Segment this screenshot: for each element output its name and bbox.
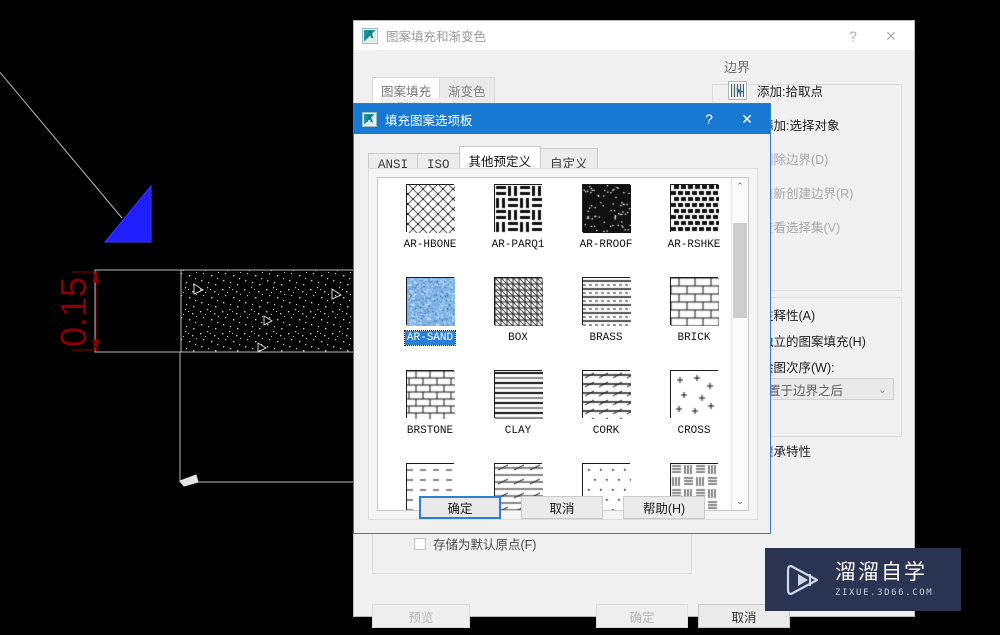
pattern-swatch-brstone[interactable]	[406, 370, 454, 418]
main-ok-label: 确定	[629, 607, 654, 626]
pattern-list-container: AR-B88 AR-BRELM AR-BRSTD AR-CONC	[368, 168, 758, 520]
pattern-label: CROSS	[675, 424, 712, 438]
store-as-default-origin-checkbox[interactable]	[414, 538, 426, 550]
pattern-swatch-brass[interactable]	[582, 277, 630, 325]
pattern-row: AR-HBONE AR-PARQ1 AR-RROOF AR-RSHKE	[378, 178, 748, 271]
boundary-group-label: 边界	[720, 57, 754, 76]
pattern-swatch-cork[interactable]	[582, 370, 630, 418]
pattern-swatch-rshake[interactable]	[670, 184, 718, 232]
palette-ok-button[interactable]: 确定	[419, 496, 501, 519]
pattern-label-selected: AR-SAND	[405, 331, 455, 345]
palette-ok-label: 确定	[447, 498, 472, 517]
palette-close-button[interactable]: ✕	[728, 105, 766, 133]
pattern-item-selected[interactable]: AR-SAND	[394, 271, 466, 364]
pattern-label: BRICK	[675, 331, 712, 345]
draw-order-select[interactable]: 置于边界之后 ⌄	[761, 378, 894, 400]
pattern-row: BRSTONE CLAY CORK CROSS	[378, 364, 748, 457]
pattern-swatch-brick[interactable]	[670, 277, 718, 325]
pattern-label: BRASS	[587, 331, 624, 345]
pattern-label: AR-PARQ1	[490, 238, 547, 252]
boundary-remove: 删除边界(D)	[761, 149, 828, 168]
pattern-label: AR-RSHKE	[666, 238, 723, 252]
pattern-item[interactable]: CORK	[570, 364, 642, 457]
preview-button[interactable]: 预览	[372, 604, 470, 628]
pattern-label: CORK	[591, 424, 621, 438]
watermark-sub-text: ZIXUE.3D66.COM	[835, 588, 933, 598]
palette-titlebar[interactable]: 填充图案选项板 ? ✕	[354, 104, 770, 134]
boundary-remove-label: 删除边界(D)	[761, 149, 828, 168]
chevron-down-icon: ⌄	[878, 383, 887, 396]
watermark-text-block: 溜溜自学 ZIXUE.3D66.COM	[835, 561, 933, 598]
pattern-label: BRSTONE	[405, 424, 455, 438]
pattern-item[interactable]: CROSS	[658, 364, 730, 457]
pattern-list[interactable]: AR-B88 AR-BRELM AR-BRSTD AR-CONC	[377, 177, 749, 511]
watermark-main-text: 溜溜自学	[835, 561, 933, 585]
boundary-view-selections-label: 查看选择集(V)	[761, 217, 840, 236]
pattern-swatch-herringbone[interactable]	[406, 184, 454, 232]
pattern-swatch-clay[interactable]	[494, 370, 542, 418]
preview-label: 预览	[408, 607, 433, 626]
pattern-label: CLAY	[503, 424, 533, 438]
store-as-default-origin-label: 存储为默认原点(F)	[433, 534, 536, 553]
option-separate-hatches[interactable]: 独立的图案填充(H)	[761, 331, 866, 350]
palette-title: 填充图案选项板	[377, 110, 690, 129]
pattern-swatch-parquet[interactable]	[494, 184, 542, 232]
palette-help-button[interactable]: ?	[690, 105, 728, 133]
pattern-label: AR-RROOF	[578, 238, 635, 252]
boundary-add-pick-points[interactable]: 添加:拾取点	[728, 81, 823, 100]
main-dialog-titlebar[interactable]: 图案填充和渐变色 ? ✕	[354, 21, 914, 51]
autocad-app-icon	[362, 28, 378, 44]
main-cancel-label: 取消	[731, 607, 756, 626]
palette-help-action-label: 帮助(H)	[643, 498, 685, 517]
pattern-item[interactable]: AR-PARQ1	[482, 178, 554, 271]
pick-point-icon	[728, 81, 747, 100]
pattern-item[interactable]: BOX	[482, 271, 554, 364]
palette-cancel-button[interactable]: 取消	[521, 496, 603, 519]
svg-text:0.15: 0.15	[53, 277, 94, 347]
pattern-swatch-rroof[interactable]	[582, 184, 630, 232]
pattern-item[interactable]: BRSTONE	[394, 364, 466, 457]
boundary-recreate: 重新创建边界(R)	[761, 183, 853, 202]
pattern-swatch-cross[interactable]	[670, 370, 718, 418]
pattern-item[interactable]: BRICK	[658, 271, 730, 364]
option-separate-hatches-label: 独立的图案填充(H)	[761, 331, 866, 350]
pattern-item[interactable]: AR-RROOF	[570, 178, 642, 271]
boundary-view-selections: 查看选择集(V)	[761, 217, 840, 236]
pattern-item[interactable]: BRASS	[570, 271, 642, 364]
palette-cancel-label: 取消	[549, 498, 574, 517]
autocad-app-icon-small	[362, 112, 377, 127]
watermark-overlay: 溜溜自学 ZIXUE.3D66.COM	[765, 548, 961, 611]
main-dialog-title: 图案填充和渐变色	[378, 26, 834, 45]
pattern-label: AR-HBONE	[402, 238, 459, 252]
pattern-list-scrollbar[interactable]: ⌃ ⌄	[731, 178, 748, 510]
boundary-recreate-label: 重新创建边界(R)	[761, 183, 853, 202]
option-draw-order-label: 绘图次序(W):	[761, 357, 835, 376]
draw-order-value: 置于边界之后	[768, 380, 843, 399]
main-dialog-help-button[interactable]: ?	[834, 22, 872, 50]
palette-help-action-button[interactable]: 帮助(H)	[623, 496, 705, 519]
scroll-up-icon[interactable]: ⌃	[732, 178, 748, 195]
hatch-pattern-palette-dialog[interactable]: 填充图案选项板 ? ✕ ANSI ISO 其他预定义 自定义 AR-B88 AR…	[353, 103, 771, 534]
pattern-swatch-box[interactable]	[494, 277, 542, 325]
main-ok-button[interactable]: 确定	[596, 604, 688, 628]
boundary-add-pick-points-label: 添加:拾取点	[757, 81, 823, 100]
pattern-item[interactable]: AR-RSHKE	[658, 178, 730, 271]
pattern-item[interactable]: AR-HBONE	[394, 178, 466, 271]
main-dialog-close-button[interactable]: ✕	[872, 22, 910, 50]
store-as-default-origin-row[interactable]: 存储为默认原点(F)	[414, 534, 536, 553]
pattern-row: AR-SAND BOX BRASS BRICK	[378, 271, 748, 364]
option-draw-order-label-row: 绘图次序(W):	[761, 357, 835, 376]
pattern-swatch-sand[interactable]	[406, 277, 454, 325]
boundary-add-select-objects[interactable]: 添加:选择对象	[761, 115, 839, 134]
palette-button-bar: 确定 取消 帮助(H)	[354, 496, 770, 519]
pattern-item[interactable]: CLAY	[482, 364, 554, 457]
play-button-logo-icon	[783, 560, 823, 600]
pattern-label: BOX	[506, 331, 530, 345]
scrollbar-thumb[interactable]	[733, 223, 747, 318]
boundary-add-select-objects-label: 添加:选择对象	[761, 115, 839, 134]
pattern-grid: AR-B88 AR-BRELM AR-BRSTD AR-CONC	[378, 177, 748, 511]
